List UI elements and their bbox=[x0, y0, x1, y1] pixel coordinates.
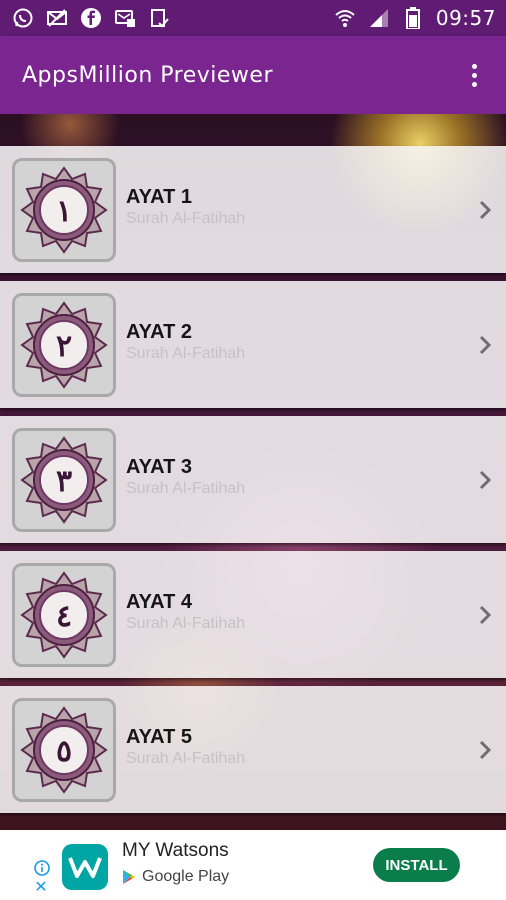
chevron-right-icon bbox=[479, 605, 492, 625]
ayat-subtitle: Surah Al-Fatihah bbox=[126, 345, 246, 362]
ayat-thumbnail: ٣ bbox=[12, 428, 116, 532]
list-item[interactable]: ٢ AYAT 2 Surah Al-Fatihah bbox=[0, 281, 506, 408]
ayat-numeral: ٥ bbox=[56, 734, 72, 769]
ayat-numeral: ٢ bbox=[56, 329, 72, 364]
ad-close-icon[interactable]: ✕ bbox=[32, 878, 50, 896]
ayat-thumbnail: ٥ bbox=[12, 698, 116, 802]
rosette-icon: ٢ bbox=[20, 301, 108, 389]
chevron-right-icon bbox=[479, 200, 492, 220]
ayat-numeral: ١ bbox=[56, 194, 72, 229]
rosette-icon: ١ bbox=[20, 166, 108, 254]
ayat-subtitle: Surah Al-Fatihah bbox=[126, 615, 246, 632]
notification-icons bbox=[12, 7, 170, 29]
ayat-title: AYAT 5 bbox=[126, 726, 192, 748]
watsons-logo bbox=[62, 844, 108, 890]
ayat-title: AYAT 2 bbox=[126, 321, 192, 343]
wifi-icon bbox=[334, 7, 356, 29]
install-button[interactable]: INSTALL bbox=[373, 848, 460, 882]
ayat-numeral: ٤ bbox=[56, 599, 72, 634]
clock: 09:57 bbox=[435, 6, 496, 30]
ayat-subtitle: Surah Al-Fatihah bbox=[126, 480, 246, 497]
sms-icon bbox=[114, 7, 136, 29]
system-icons: 09:57 bbox=[334, 6, 496, 30]
list-background: ١ AYAT 1 Surah Al-Fatihah ٢ AYAT 2 Surah… bbox=[0, 114, 506, 830]
ayat-title: AYAT 1 bbox=[126, 186, 192, 208]
ayat-title: AYAT 3 bbox=[126, 456, 192, 478]
google-play-icon bbox=[123, 870, 136, 884]
chevron-right-icon bbox=[479, 335, 492, 355]
clipboard-check-icon bbox=[148, 7, 170, 29]
rosette-icon: ٥ bbox=[20, 706, 108, 794]
app-title: AppsMillion Previewer bbox=[22, 62, 273, 88]
ad-store: Google Play bbox=[122, 868, 229, 886]
rosette-icon: ٤ bbox=[20, 571, 108, 659]
ayat-subtitle: Surah Al-Fatihah bbox=[126, 750, 246, 767]
list-item[interactable]: ٥ AYAT 5 Surah Al-Fatihah bbox=[0, 686, 506, 813]
facebook-icon bbox=[80, 7, 102, 29]
mail-off-icon bbox=[46, 7, 68, 29]
list-item[interactable]: ١ AYAT 1 Surah Al-Fatihah bbox=[0, 146, 506, 273]
chevron-right-icon bbox=[479, 740, 492, 760]
rosette-icon: ٣ bbox=[20, 436, 108, 524]
ayat-numeral: ٣ bbox=[56, 464, 72, 499]
status-bar: 09:57 bbox=[0, 0, 506, 36]
ayat-thumbnail: ١ bbox=[12, 158, 116, 262]
list-item[interactable]: ٤ AYAT 4 Surah Al-Fatihah bbox=[0, 551, 506, 678]
ayat-thumbnail: ٢ bbox=[12, 293, 116, 397]
more-vert-icon[interactable] bbox=[462, 55, 486, 95]
battery-icon bbox=[402, 7, 424, 29]
ayat-subtitle: Surah Al-Fatihah bbox=[126, 210, 246, 227]
ad-store-label: Google Play bbox=[142, 868, 230, 885]
ad-info-icon[interactable] bbox=[34, 860, 50, 876]
ad-title: MY Watsons bbox=[122, 840, 229, 861]
list-item[interactable]: ٣ AYAT 3 Surah Al-Fatihah bbox=[0, 416, 506, 543]
ayat-title: AYAT 4 bbox=[126, 591, 192, 613]
chevron-right-icon bbox=[479, 470, 492, 490]
signal-icon bbox=[368, 7, 390, 29]
ayat-thumbnail: ٤ bbox=[12, 563, 116, 667]
app-bar: AppsMillion Previewer bbox=[0, 36, 506, 114]
whatsapp-icon bbox=[12, 7, 34, 29]
